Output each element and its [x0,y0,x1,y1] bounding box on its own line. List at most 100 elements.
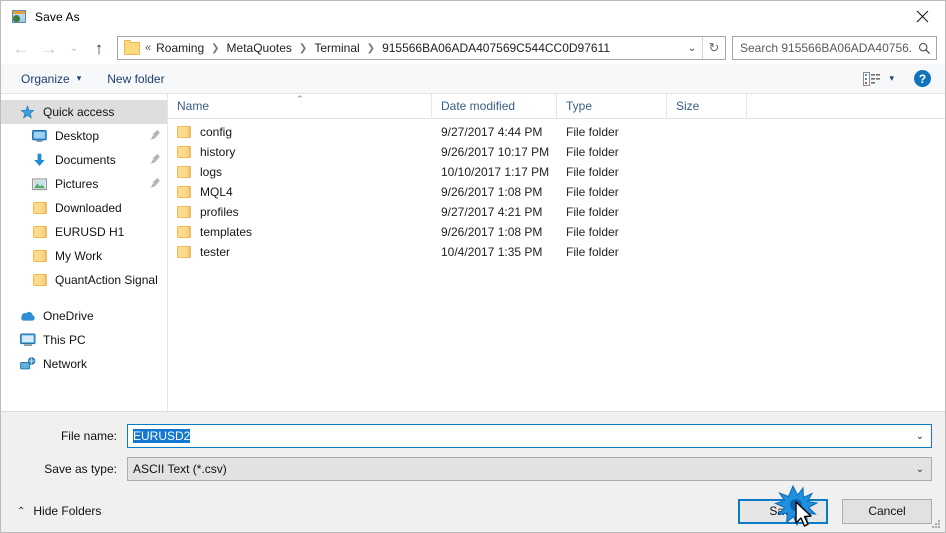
file-name-input[interactable]: EURUSD2 ⌄ [127,424,932,448]
sidebar-item-documents[interactable]: Documents [1,148,167,172]
column-header-date-modified[interactable]: Date modified [432,94,557,118]
hide-folders-button[interactable]: ⌃ Hide Folders [11,504,101,518]
title-bar: Save As [1,1,945,32]
file-name-label: tester [200,245,231,259]
file-type-cell: File folder [566,185,619,199]
dialog-body: Quick access Desktop Documents Pictures … [1,94,945,411]
file-type-cell: File folder [566,245,619,259]
search-input[interactable]: Search 915566BA06ADA40756... [732,36,937,60]
sidebar-item-label: Documents [55,153,116,167]
breadcrumb-overflow[interactable]: « [145,42,154,54]
change-view-button[interactable]: ▾ [857,68,900,90]
sidebar-item-my-work[interactable]: My Work [1,244,167,268]
table-row[interactable]: MQL4 9/26/2017 1:08 PM File folder [168,182,945,202]
breadcrumb-item-metaquotes[interactable]: MetaQuotes [225,41,294,55]
refresh-icon[interactable]: ↻ [702,37,725,59]
breadcrumb-item-terminal-id[interactable]: 915566BA06ADA407569C544CC0D97611 [380,41,612,55]
organize-label: Organize [21,71,70,86]
dialog-footer: File name: EURUSD2 ⌄ Save as type: ASCII… [1,411,945,532]
pin-icon[interactable] [150,129,161,144]
column-header-label: Name [177,99,210,113]
new-folder-label: New folder [107,71,165,86]
forward-arrow-icon[interactable]: → [35,34,63,62]
sidebar-item-network[interactable]: Network [1,352,167,376]
sidebar-item-eurusd-h1[interactable]: EURUSD H1 [1,220,167,244]
save-label: Save [769,504,797,518]
file-name-cell: tester [168,245,432,259]
help-icon[interactable]: ? [914,70,931,87]
back-arrow-icon[interactable]: ← [7,34,35,62]
file-name-label: MQL4 [200,185,233,199]
resize-grip[interactable] [931,519,941,529]
recent-glyph: ⌄ [69,42,79,54]
table-row[interactable]: history 9/26/2017 10:17 PM File folder [168,142,945,162]
breadcrumb-item-roaming[interactable]: Roaming [154,41,206,55]
breadcrumb-separator[interactable]: ❯ [362,43,380,54]
file-type-cell: File folder [566,145,619,159]
file-name-label: File name: [60,429,117,443]
column-header-type[interactable]: Type [557,94,667,118]
breadcrumb-separator[interactable]: ❯ [206,43,224,54]
sidebar-item-desktop[interactable]: Desktop [1,124,167,148]
file-type-row: Save as type: ASCII Text (*.csv) ⌄ [1,457,945,481]
table-row[interactable]: profiles 9/27/2017 4:21 PM File folder [168,202,945,222]
star-icon [19,104,36,120]
pin-icon[interactable] [150,177,161,192]
file-name-label: templates [200,225,253,239]
sidebar-item-pictures[interactable]: Pictures [1,172,167,196]
breadcrumb-item-terminal[interactable]: Terminal [312,41,361,55]
folder-icon [31,272,48,288]
file-name-label: history [200,145,236,159]
column-header-size[interactable]: Size [667,94,747,118]
pin-icon[interactable] [150,153,161,168]
file-name-cell: logs [168,165,432,179]
cancel-button[interactable]: Cancel [842,498,932,524]
sidebar-item-quick-access[interactable]: Quick access [1,100,167,124]
navigation-sidebar: Quick access Desktop Documents Pictures … [1,94,168,411]
close-icon[interactable] [899,1,945,31]
command-toolbar: Organize ▾ New folder ▾ ? [1,64,945,94]
file-type-value: ASCII Text (*.csv) [133,462,227,476]
network-icon [19,356,36,372]
organize-button[interactable]: Organize ▾ [15,68,87,90]
hide-folders-label: Hide Folders [33,504,102,518]
sidebar-item-quantaction-signal[interactable]: QuantAction Signal [1,268,167,292]
column-header-name[interactable]: Name ⌃ [168,94,432,118]
table-row[interactable]: tester 10/4/2017 1:35 PM File folder [168,242,945,262]
save-as-dialog: Save As ← → ⌄ ↑ « Roaming ❯ MetaQuotes ❯… [0,0,946,533]
column-header-label: Size [676,99,700,113]
address-breadcrumb-bar[interactable]: « Roaming ❯ MetaQuotes ❯ Terminal ❯ 9155… [117,36,726,60]
file-name-cell: config [168,125,432,139]
this-pc-icon [19,332,36,348]
save-button[interactable]: Save [738,498,828,524]
table-row[interactable]: config 9/27/2017 4:44 PM File folder [168,122,945,142]
folder-icon [177,186,191,198]
file-name-label: config [200,125,233,139]
file-date-cell: 10/4/2017 1:35 PM [441,245,543,259]
address-chevron-down-icon[interactable]: ⌄ [682,43,702,54]
file-name-row: File name: EURUSD2 ⌄ [1,424,945,448]
file-date-cell: 9/27/2017 4:44 PM [441,125,543,139]
button-row: ⌃ Hide Folders Save Cancel [1,490,945,532]
folder-icon [124,39,140,55]
address-bar-row: ← → ⌄ ↑ « Roaming ❯ MetaQuotes ❯ Termina… [1,32,945,64]
folder-icon [177,226,191,238]
new-folder-button[interactable]: New folder [101,68,170,90]
breadcrumb-separator[interactable]: ❯ [294,43,312,54]
file-rows: config 9/27/2017 4:44 PM File folder his… [168,119,945,411]
chevron-up-icon: ⌃ [17,505,26,517]
sidebar-item-onedrive[interactable]: OneDrive [1,304,167,328]
sidebar-item-downloaded[interactable]: Downloaded [1,196,167,220]
file-type-chevron-down-icon[interactable]: ⌄ [909,464,931,475]
folder-icon [31,224,48,240]
up-arrow-icon[interactable]: ↑ [85,34,113,62]
table-row[interactable]: logs 10/10/2017 1:17 PM File folder [168,162,945,182]
file-name-chevron-down-icon[interactable]: ⌄ [909,431,931,442]
desktop-icon [31,128,48,144]
sidebar-item-this-pc[interactable]: This PC [1,328,167,352]
file-type-select[interactable]: ASCII Text (*.csv) ⌄ [127,457,932,481]
recent-locations-chevron-down-icon[interactable]: ⌄ [63,34,85,62]
table-row[interactable]: templates 9/26/2017 1:08 PM File folder [168,222,945,242]
file-name-cell: MQL4 [168,185,432,199]
